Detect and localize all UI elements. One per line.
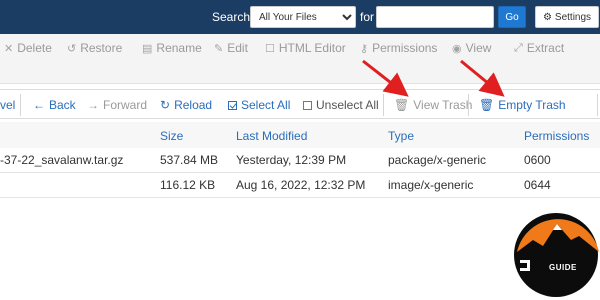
delete-label: Delete bbox=[17, 41, 52, 55]
checkbox-empty-icon bbox=[303, 100, 312, 110]
forward-button[interactable]: → Forward bbox=[87, 98, 147, 112]
file-permissions-cell: 0600 bbox=[524, 153, 551, 167]
expand-icon: ⤢ bbox=[514, 41, 523, 54]
reload-icon: ↻ bbox=[160, 98, 171, 112]
file-size-cell: 537.84 MB bbox=[160, 153, 219, 167]
rename-label: Rename bbox=[156, 41, 202, 55]
edit-label: Edit bbox=[227, 41, 248, 55]
arrow-right-icon: → bbox=[87, 98, 99, 112]
divider bbox=[597, 94, 598, 116]
logo-text: GUIDE bbox=[549, 263, 577, 272]
restore-label: Restore bbox=[80, 41, 123, 55]
file-table-header: Size Last Modified Type Permissions bbox=[0, 122, 600, 150]
arrow-left-icon: ← bbox=[33, 98, 45, 112]
back-label: Back bbox=[49, 98, 76, 112]
unselect-all-label: Unselect All bbox=[316, 98, 379, 112]
file-permissions-cell: 0644 bbox=[524, 178, 551, 192]
key-icon: ⚷ bbox=[360, 42, 369, 55]
restore-button[interactable]: ↺ Restore bbox=[67, 41, 122, 55]
column-header-type[interactable]: Type bbox=[388, 129, 414, 143]
search-scope-select[interactable]: All Your Files bbox=[250, 6, 356, 28]
file-name-cell[interactable]: -37-22_savalanw.tar.gz bbox=[0, 153, 123, 167]
edit-button[interactable]: ✎ Edit bbox=[214, 41, 248, 55]
html-editor-icon: ☐ bbox=[265, 42, 275, 55]
trash-icon: 🗑 bbox=[479, 98, 495, 112]
checkbox-checked-icon bbox=[228, 100, 237, 110]
top-search-bar: Search All Your Files for Go ⚙ Settings bbox=[0, 0, 600, 34]
empty-trash-button[interactable]: 🗑 Empty Trash bbox=[479, 98, 566, 112]
settings-label: Settings bbox=[554, 11, 592, 23]
settings-button[interactable]: ⚙ Settings bbox=[535, 6, 599, 28]
view-button[interactable]: ◉ View bbox=[452, 41, 491, 55]
gear-icon: ⚙ bbox=[542, 11, 552, 23]
extract-button[interactable]: ⤢ Extract bbox=[514, 41, 564, 55]
unselect-all-button[interactable]: Unselect All bbox=[303, 98, 379, 112]
for-label: for bbox=[360, 10, 375, 24]
view-trash-label: View Trash bbox=[413, 98, 473, 112]
column-header-size[interactable]: Size bbox=[160, 129, 183, 143]
extract-label: Extract bbox=[526, 41, 565, 55]
divider bbox=[20, 94, 21, 116]
brand-logo bbox=[513, 210, 600, 300]
reload-button[interactable]: ↻ Reload bbox=[160, 98, 212, 112]
select-all-label: Select All bbox=[241, 98, 291, 112]
select-all-button[interactable]: Select All bbox=[228, 98, 290, 112]
permissions-button[interactable]: ⚷ Permissions bbox=[360, 41, 437, 55]
divider bbox=[468, 94, 469, 116]
delete-button[interactable]: ✕ Delete bbox=[4, 41, 52, 55]
search-input[interactable] bbox=[376, 6, 494, 28]
rename-button[interactable]: ▤ Rename bbox=[142, 41, 202, 55]
file-type-cell: package/x-generic bbox=[388, 153, 487, 167]
column-header-permissions[interactable]: Permissions bbox=[524, 129, 589, 143]
file-type-cell: image/x-generic bbox=[388, 178, 474, 192]
file-toolbar: ✕ Delete ↺ Restore ▤ Rename ✎ Edit ☐ HTM… bbox=[0, 34, 600, 84]
close-icon: ✕ bbox=[4, 42, 14, 55]
table-row[interactable]: 116.12 KB Aug 16, 2022, 12:32 PM image/x… bbox=[0, 173, 600, 198]
column-header-last-modified[interactable]: Last Modified bbox=[236, 129, 307, 143]
view-label: View bbox=[465, 41, 492, 55]
forward-label: Forward bbox=[103, 98, 148, 112]
up-one-level-button[interactable]: vel bbox=[0, 98, 15, 112]
html-editor-button[interactable]: ☐ HTML Editor bbox=[265, 41, 346, 55]
navigation-bar: vel ← Back → Forward ↻ Reload Select All… bbox=[0, 89, 600, 119]
pencil-icon: ✎ bbox=[214, 42, 224, 55]
html-editor-label: HTML Editor bbox=[278, 41, 346, 55]
empty-trash-label: Empty Trash bbox=[498, 98, 566, 112]
up-level-label: vel bbox=[0, 98, 16, 112]
trash-icon: 🗑 bbox=[394, 98, 410, 112]
file-modified-cell: Aug 16, 2022, 12:32 PM bbox=[236, 178, 366, 192]
restore-icon: ↺ bbox=[67, 42, 77, 55]
permissions-label: Permissions bbox=[372, 41, 438, 55]
file-modified-cell: Yesterday, 12:39 PM bbox=[236, 153, 347, 167]
file-icon: ▤ bbox=[142, 42, 153, 55]
search-label: Search bbox=[212, 10, 251, 24]
table-row[interactable]: -37-22_savalanw.tar.gz 537.84 MB Yesterd… bbox=[0, 148, 600, 173]
reload-label: Reload bbox=[174, 98, 213, 112]
eye-icon: ◉ bbox=[452, 42, 462, 55]
divider bbox=[383, 94, 384, 116]
file-size-cell: 116.12 KB bbox=[160, 178, 216, 192]
go-button[interactable]: Go bbox=[498, 6, 526, 28]
back-button[interactable]: ← Back bbox=[33, 98, 76, 112]
logo-mountain-icon bbox=[514, 213, 599, 297]
view-trash-button[interactable]: 🗑 View Trash bbox=[394, 98, 472, 112]
